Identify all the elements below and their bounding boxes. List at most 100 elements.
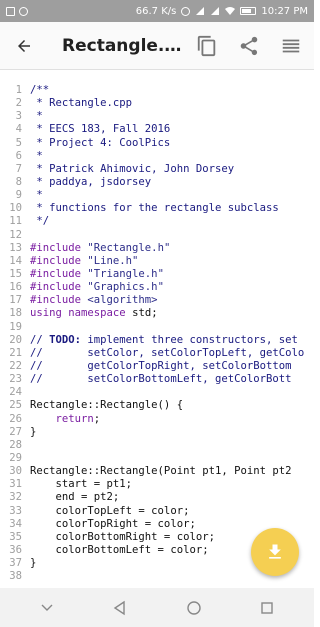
copy-button[interactable] bbox=[186, 22, 228, 70]
code-token: // setColor, setColorTopLeft, getColo bbox=[30, 346, 305, 359]
code-line: 9 * bbox=[0, 189, 314, 202]
code-token: #include bbox=[30, 281, 88, 294]
nav-recents-button[interactable] bbox=[247, 588, 287, 627]
code-text: */ bbox=[30, 215, 49, 228]
download-icon bbox=[269, 544, 281, 559]
signal-icon bbox=[196, 7, 205, 15]
code-token: <algorithm> bbox=[87, 294, 158, 307]
code-text: * functions for the rectangle subclass bbox=[30, 202, 278, 215]
code-text: * Rectangle.cpp bbox=[30, 97, 132, 110]
code-line: 6 * bbox=[0, 150, 314, 163]
hide-keyboard-button[interactable] bbox=[27, 588, 67, 627]
line-number: 14 bbox=[9, 254, 22, 267]
line-number: 10 bbox=[9, 202, 22, 215]
code-text: // TODO: implement three constructors, s… bbox=[30, 334, 298, 347]
code-line: 11 */ bbox=[0, 215, 314, 228]
code-line: 31 start = pt1; bbox=[0, 478, 314, 491]
share-icon bbox=[240, 36, 258, 55]
code-token: colorTopLeft = color; bbox=[30, 504, 190, 517]
code-token: * Project 4: CoolPics bbox=[30, 136, 171, 149]
code-token: // bbox=[30, 333, 50, 346]
code-token: */ bbox=[30, 215, 50, 228]
line-number: 33 bbox=[9, 504, 22, 517]
line-number: 26 bbox=[9, 412, 22, 425]
code-token: // setColorBottomLeft, getColorBott bbox=[30, 373, 292, 386]
code-token: end = pt2; bbox=[30, 491, 120, 504]
code-token: "Triangle.h" bbox=[87, 267, 164, 280]
line-number: 30 bbox=[9, 465, 22, 478]
code-token: "Graphics.h" bbox=[87, 281, 164, 294]
line-number: 1 bbox=[15, 84, 22, 96]
code-token: "Line.h" bbox=[87, 254, 139, 267]
line-number: 24 bbox=[9, 386, 22, 399]
line-number: 37 bbox=[9, 557, 22, 570]
line-number: 2 bbox=[15, 97, 22, 110]
status-time: 10:27 PM bbox=[261, 5, 308, 17]
code-line: 27} bbox=[0, 426, 314, 439]
code-text: * paddya, jsdorsey bbox=[30, 176, 151, 189]
line-number: 5 bbox=[15, 136, 22, 149]
code-token: /** bbox=[30, 84, 50, 96]
code-line: 14 #include "Line.h" bbox=[0, 255, 314, 268]
nav-home-button[interactable] bbox=[174, 588, 214, 627]
code-text: colorTopLeft = color; bbox=[30, 504, 190, 518]
code-text: using namespace std; bbox=[30, 307, 158, 320]
code-line: 21 // setColor, setColorTopLeft, getColo bbox=[0, 347, 314, 360]
code-text: #include "Line.h" bbox=[30, 255, 138, 268]
code-token: // getColorTopRight, setColorBottom bbox=[30, 359, 292, 372]
share-button[interactable] bbox=[228, 22, 270, 70]
code-line: 30 Rectangle::Rectangle(Point pt1, Point … bbox=[0, 465, 314, 478]
line-number: 7 bbox=[15, 162, 22, 175]
code-text: #include <algorithm> bbox=[30, 294, 158, 307]
line-number: 6 bbox=[15, 149, 22, 162]
back-triangle-icon bbox=[113, 600, 125, 615]
code-token: } bbox=[30, 425, 37, 438]
code-token: start = pt1; bbox=[30, 478, 133, 491]
line-number: 22 bbox=[9, 359, 22, 372]
code-text: * bbox=[30, 189, 42, 202]
line-number: 20 bbox=[9, 333, 22, 346]
code-line: 33 colorTopLeft = color; bbox=[0, 505, 314, 518]
code-token: using namespace bbox=[30, 307, 133, 320]
code-line: 32 end = pt2; bbox=[0, 491, 314, 504]
code-text: * Patrick Ahimovic, John Dorsey bbox=[30, 163, 234, 176]
code-token: ; bbox=[93, 412, 101, 425]
code-text: end = pt2; bbox=[30, 491, 120, 504]
page-title: Rectangle.cpp bbox=[62, 35, 186, 56]
status-left bbox=[6, 6, 28, 16]
code-line: 13 #include "Rectangle.h" bbox=[0, 242, 314, 255]
menu-button[interactable] bbox=[270, 22, 312, 70]
line-number: 16 bbox=[9, 281, 22, 294]
network-speed: 66.7 K/s bbox=[135, 5, 177, 17]
chevron-down-icon bbox=[41, 604, 53, 611]
download-button[interactable] bbox=[251, 528, 299, 576]
code-text: * bbox=[30, 110, 42, 123]
code-line: 3 * bbox=[0, 110, 314, 123]
code-line: 18 using namespace std; bbox=[0, 307, 314, 320]
code-view[interactable]: 1/** 2 * Rectangle.cpp 3 * 4 * EECS 183, Fa… bbox=[0, 84, 314, 588]
code-text: colorTopRight = color; bbox=[30, 518, 196, 531]
code-token: * Patrick Ahimovic, John Dorsey bbox=[30, 162, 235, 175]
code-text: #include "Graphics.h" bbox=[30, 281, 164, 294]
line-number: 38 bbox=[9, 570, 22, 583]
line-number: 19 bbox=[9, 320, 22, 333]
status-bar: 66.7 K/s 10:27 PM bbox=[0, 0, 314, 22]
code-token: colorBottomRight = color; bbox=[30, 530, 215, 543]
code-text: Rectangle::Rectangle() { bbox=[30, 399, 183, 412]
recents-square-icon bbox=[261, 601, 273, 614]
code-token: * bbox=[30, 149, 43, 162]
line-number: 11 bbox=[9, 215, 22, 228]
code-text: colorBottomLeft = color; bbox=[30, 544, 209, 557]
code-line: 26 return; bbox=[0, 413, 314, 426]
code-line: 8 * paddya, jsdorsey bbox=[0, 176, 314, 189]
code-text: // getColorTopRight, setColorBottom bbox=[30, 360, 292, 373]
line-number: 13 bbox=[9, 241, 22, 254]
code-line: 4 * EECS 183, Fall 2016 bbox=[0, 123, 314, 136]
app-bar: Rectangle.cpp bbox=[0, 22, 314, 70]
line-number: 3 bbox=[15, 110, 22, 123]
nav-back-button[interactable] bbox=[100, 588, 140, 627]
line-number: 28 bbox=[9, 438, 22, 451]
code-token: colorTopRight = color; bbox=[30, 517, 196, 530]
line-number: 15 bbox=[9, 267, 22, 280]
back-button[interactable] bbox=[0, 22, 48, 70]
